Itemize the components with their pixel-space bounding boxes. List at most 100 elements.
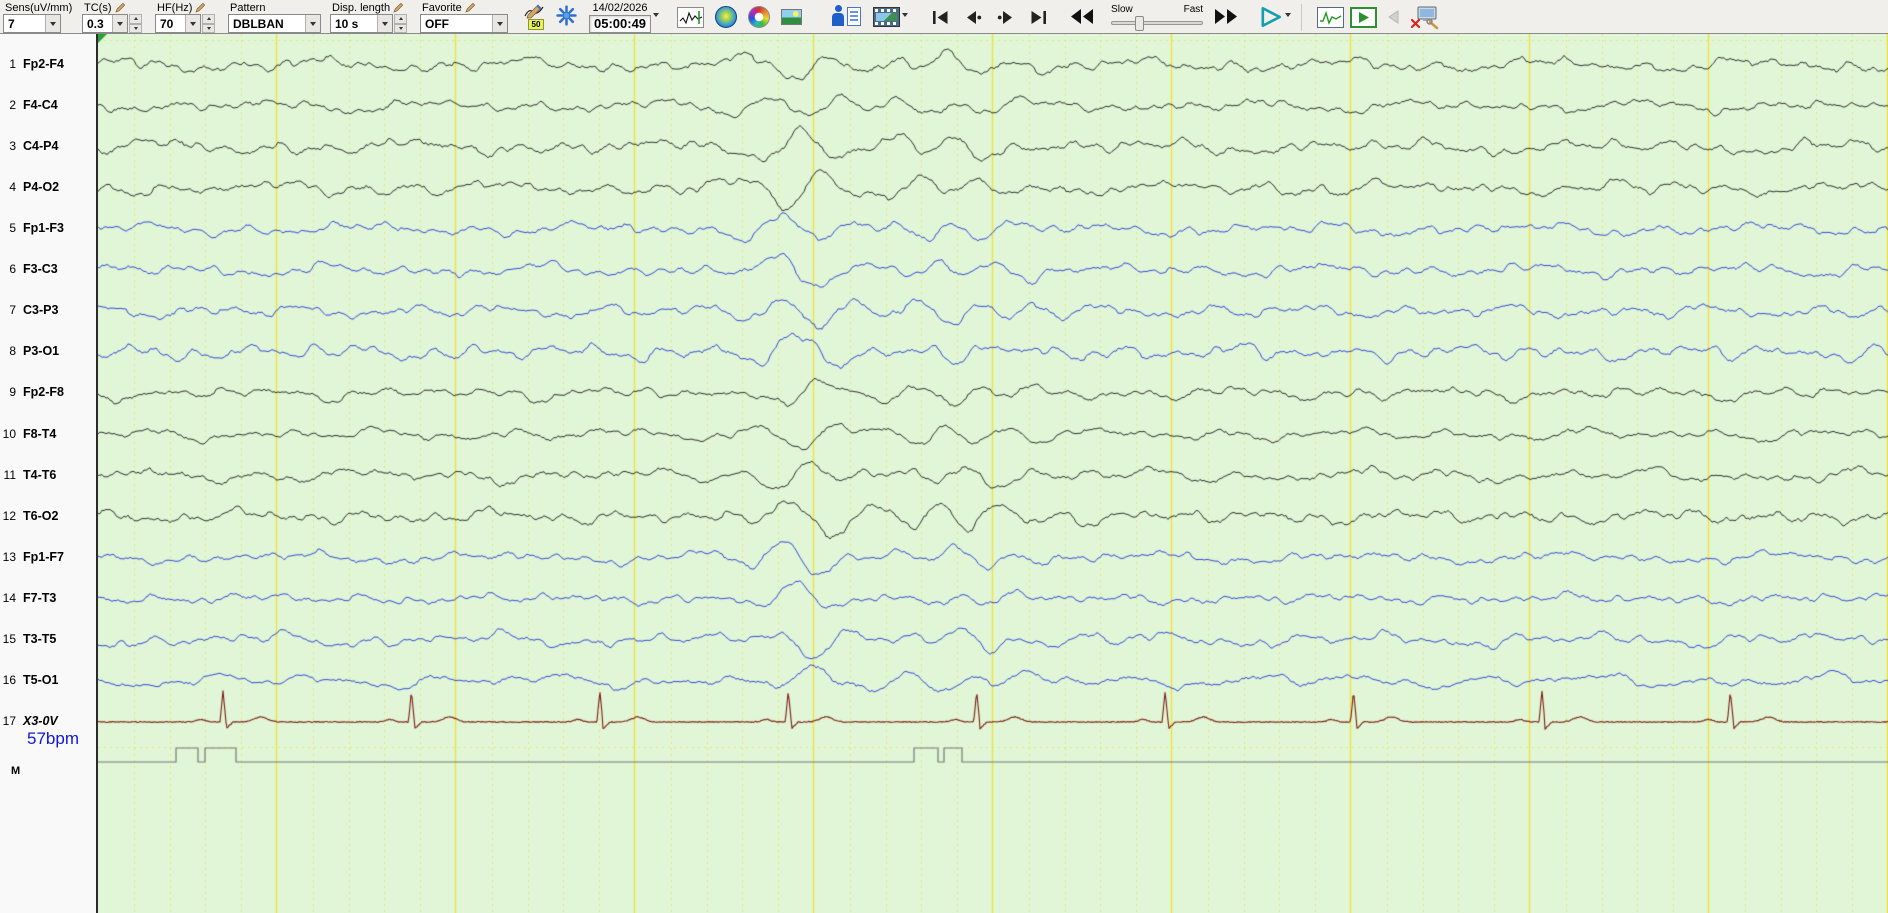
channel-row-Fp1-F3[interactable]: 5 Fp1-F3 — [0, 221, 96, 237]
network-settings-button[interactable] — [1410, 6, 1440, 35]
back-arrow-button — [1387, 10, 1400, 29]
channel-row-T5-O1[interactable]: 16 T5-O1 — [0, 673, 96, 689]
disp-spin-up[interactable] — [394, 14, 407, 24]
speed-slider-thumb[interactable] — [1135, 16, 1145, 31]
heart-rate-value: 57bpm — [27, 728, 79, 748]
eeg-trace-canvas[interactable] — [98, 34, 1888, 913]
green-play-icon — [1358, 12, 1369, 23]
channel-label: P3-O1 — [23, 344, 60, 359]
channel-row-P4-O2[interactable]: 4 P4-O2 — [0, 180, 96, 196]
datetime-dropdown[interactable] — [653, 13, 660, 35]
pattern-value: DBLBAN — [233, 16, 284, 31]
play-dropdown[interactable] — [1285, 13, 1292, 35]
notch-filter-button[interactable]: 50 — [524, 3, 548, 30]
favorite-label: Favorite — [420, 1, 508, 14]
hf-dropdown-icon[interactable] — [185, 15, 200, 32]
tc-value: 0.3 — [87, 16, 104, 31]
spectrum-button[interactable] — [748, 6, 771, 28]
channel-label: Fp2-F8 — [23, 385, 64, 400]
favorite-dropdown-icon[interactable] — [492, 15, 507, 32]
channel-row-Fp1-F7[interactable]: 13 Fp1-F7 — [0, 550, 96, 566]
monitor-waveform-button[interactable] — [1317, 7, 1345, 28]
time-value: 05:00:49 — [589, 15, 652, 33]
disp-spin-down[interactable] — [394, 23, 407, 33]
favorite-select[interactable]: OFF — [420, 14, 508, 33]
channel-label: C4-P4 — [23, 139, 59, 154]
channel-list: M 1 Fp2-F4 2 F4-C4 3 C4-P4 4 P4-O2 5 Fp1-F3 6 F3-C3… — [0, 34, 96, 913]
tc-select[interactable]: 0.3 — [82, 14, 128, 33]
channel-label: Fp1-F3 — [23, 221, 64, 236]
edit-pencil-icon[interactable] — [195, 2, 206, 13]
hf-select[interactable]: 70 — [155, 14, 201, 33]
channel-row-T6-O2[interactable]: 12 T6-O2 — [0, 509, 96, 525]
channel-row-Fp2-F4[interactable]: 1 Fp2-F4 — [0, 57, 96, 73]
datetime-display: 14/02/2026 05:00:49 — [589, 2, 652, 33]
page-forward-button[interactable] — [997, 10, 1015, 30]
rewind-button[interactable] — [1069, 8, 1095, 30]
disabled-left-arrow-icon — [1388, 10, 1399, 24]
skip-to-start-button[interactable] — [932, 10, 949, 30]
step-forward-icon — [997, 11, 1013, 24]
channel-number: 3 — [9, 139, 16, 154]
sens-label: Sens(uV/mm) — [5, 1, 73, 14]
channel-row-F7-T3[interactable]: 14 F7-T3 — [0, 591, 96, 607]
page-back-button[interactable] — [964, 10, 982, 30]
disp-dropdown-icon[interactable] — [377, 15, 392, 32]
favorite-value: OFF — [425, 16, 449, 31]
channel-label: F7-T3 — [23, 590, 57, 605]
fast-forward-icon — [1215, 9, 1238, 24]
tc-dropdown-icon[interactable] — [112, 15, 127, 32]
channel-row-F3-C3[interactable]: 6 F3-C3 — [0, 262, 96, 278]
waveform-review-button[interactable] — [677, 7, 705, 28]
pattern-control: Pattern DBLBAN — [228, 1, 321, 33]
sens-dropdown-icon[interactable] — [45, 15, 60, 32]
channel-row-C4-P4[interactable]: 3 C4-P4 — [0, 139, 96, 155]
channel-label: F4-C4 — [23, 98, 58, 113]
skip-end-icon — [1031, 11, 1047, 24]
channel-row-F4-C4[interactable]: 2 F4-C4 — [0, 98, 96, 114]
video-button[interactable] — [873, 7, 901, 27]
speed-slider-track[interactable] — [1111, 16, 1204, 31]
start-monitoring-button[interactable] — [1350, 7, 1378, 28]
rewind-icon — [1071, 9, 1094, 24]
skip-to-end-button[interactable] — [1030, 10, 1047, 30]
channel-row-P3-O1[interactable]: 8 P3-O1 — [0, 344, 96, 360]
play-icon — [1261, 6, 1282, 28]
channel-number: 1 — [9, 57, 16, 71]
channel-row-F8-T4[interactable]: 10 F8-T4 — [0, 427, 96, 443]
edit-pencil-icon[interactable] — [465, 2, 476, 13]
tc-spin-down[interactable] — [129, 23, 142, 33]
video-dropdown[interactable] — [902, 13, 909, 35]
tc-spin-up[interactable] — [129, 14, 142, 24]
pattern-label: Pattern — [230, 1, 266, 14]
fast-forward-button[interactable] — [1213, 8, 1239, 30]
play-button[interactable] — [1259, 6, 1283, 33]
pattern-select[interactable]: DBLBAN — [228, 14, 321, 33]
green-waveform-icon — [1320, 10, 1342, 25]
film-strip-icon — [876, 13, 898, 21]
edit-pencil-icon[interactable] — [393, 2, 404, 13]
trace-area[interactable] — [96, 34, 1888, 913]
hf-spin-down[interactable] — [202, 23, 215, 33]
channel-row-Fp2-F8[interactable]: 9 Fp2-F8 — [0, 385, 96, 401]
dsa-display-button[interactable] — [781, 9, 803, 25]
settings-gear-button[interactable] — [556, 5, 577, 26]
channel-number: 6 — [9, 262, 16, 277]
channel-row-T3-T5[interactable]: 15 T3-T5 — [0, 632, 96, 648]
gear-icon — [556, 5, 577, 26]
disp-select[interactable]: 10 s — [330, 14, 393, 33]
display-length-control: Disp. length 10 s — [330, 1, 407, 33]
patient-info-button[interactable] — [832, 5, 862, 26]
topography-map-button[interactable] — [715, 6, 738, 28]
marker-channel-label: M — [11, 765, 21, 777]
sens-select[interactable]: 7 — [3, 14, 61, 33]
channel-row-C3-P3[interactable]: 7 C3-P3 — [0, 303, 96, 319]
disp-spinner — [394, 14, 407, 33]
edit-pencil-icon[interactable] — [114, 2, 126, 13]
channel-number: 12 — [2, 508, 16, 523]
hf-spin-up[interactable] — [202, 14, 215, 24]
skip-start-icon — [933, 11, 948, 24]
pattern-dropdown-icon[interactable] — [305, 15, 320, 32]
channel-row-T4-T6[interactable]: 11 T4-T6 — [0, 468, 96, 484]
channel-row-X3-0V[interactable]: 17 X3-0V — [0, 714, 96, 730]
